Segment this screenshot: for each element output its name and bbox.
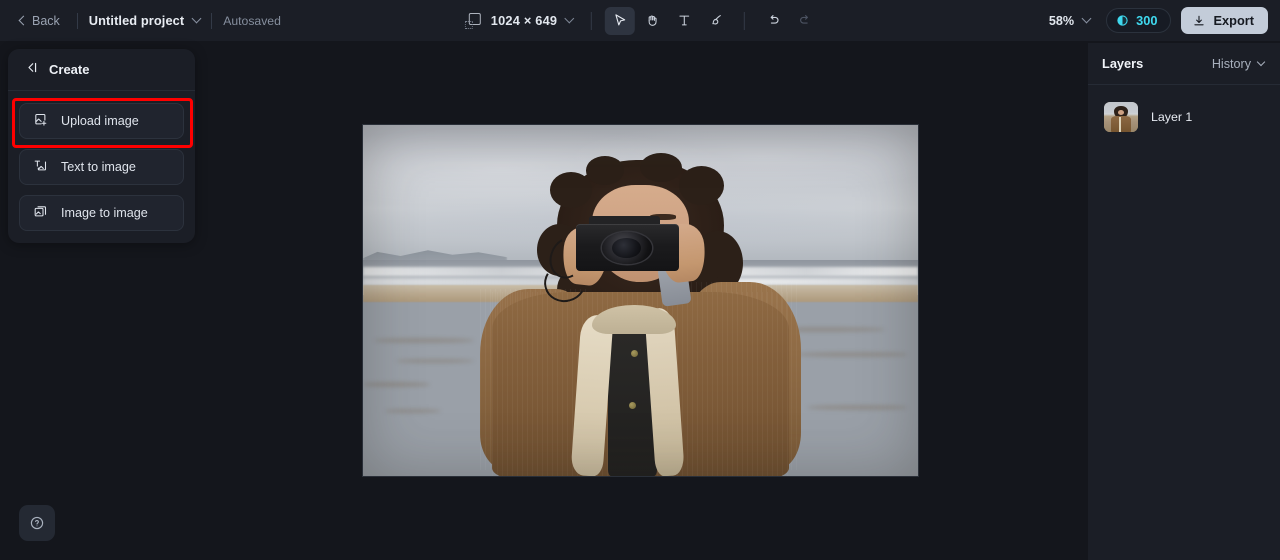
layers-panel: Layers History Layer 1 — [1088, 43, 1280, 560]
upload-image-button[interactable]: Upload image — [19, 103, 184, 139]
create-options-list: Upload image Text to image Image to imag… — [8, 91, 195, 231]
divider — [591, 11, 593, 30]
export-label: Export — [1213, 13, 1254, 28]
zoom-level-dropdown[interactable]: 58% — [1043, 10, 1096, 32]
top-header: Back Untitled project Autosaved 1024 × 6… — [0, 0, 1280, 42]
chevron-down-icon — [1256, 57, 1266, 66]
divider — [211, 12, 213, 29]
tool-hand[interactable] — [637, 7, 667, 35]
image-to-image-label: Image to image — [61, 206, 148, 220]
header-toolbar: 1024 × 649 — [459, 0, 821, 42]
image-to-image-icon — [33, 204, 48, 222]
jacket-button — [630, 350, 638, 358]
canvas-size-dropdown[interactable]: 1024 × 649 — [459, 9, 579, 33]
credits-count: 300 — [1136, 13, 1158, 28]
photo-woman-with-camera — [363, 125, 918, 476]
help-button[interactable] — [19, 505, 55, 541]
upload-image-label: Upload image — [61, 114, 139, 128]
create-panel: Create Upload image Text to image Image … — [8, 49, 195, 243]
project-title: Untitled project — [88, 13, 185, 28]
credit-coin-icon — [1117, 15, 1128, 26]
help-question-icon — [30, 516, 44, 530]
layer-item[interactable]: Layer 1 — [1098, 97, 1270, 137]
chevron-down-icon — [191, 13, 202, 24]
undo-button[interactable] — [758, 7, 788, 35]
jacket-button — [629, 401, 637, 409]
canvas-resize-icon — [464, 12, 481, 29]
create-panel-title: Create — [49, 62, 90, 77]
zoom-level-value: 58% — [1048, 13, 1075, 28]
image-to-image-button[interactable]: Image to image — [19, 195, 184, 231]
back-button[interactable]: Back — [14, 10, 66, 32]
layer-thumbnail — [1104, 102, 1138, 132]
chevron-down-icon — [564, 13, 575, 24]
divider — [744, 11, 746, 30]
divider — [76, 12, 78, 29]
text-to-image-label: Text to image — [61, 160, 136, 174]
back-label: Back — [32, 13, 60, 28]
credits-badge[interactable]: 300 — [1106, 8, 1172, 33]
layers-panel-header: Layers History — [1088, 43, 1280, 85]
person-figure — [479, 153, 802, 476]
tool-select[interactable] — [605, 6, 636, 35]
canvas-size-value: 1024 × 649 — [490, 13, 558, 28]
tool-text[interactable] — [669, 7, 699, 35]
tab-history-label: History — [1211, 56, 1251, 71]
redo-button[interactable] — [790, 7, 820, 35]
collapse-panel-icon[interactable] — [24, 60, 39, 80]
tool-brush[interactable] — [701, 7, 731, 35]
autosaved-status: Autosaved — [223, 13, 281, 28]
layer-name: Layer 1 — [1151, 110, 1193, 124]
header-right-group: 58% 300 Export — [1043, 0, 1268, 42]
chevron-down-icon — [1081, 13, 1092, 24]
download-icon — [1194, 15, 1205, 25]
upload-image-icon — [33, 112, 48, 130]
export-button[interactable]: Export — [1181, 7, 1268, 34]
tab-history[interactable]: History — [1211, 56, 1266, 71]
app-root: Back Untitled project Autosaved 1024 × 6… — [0, 0, 1280, 560]
header-left-group: Back Untitled project Autosaved — [0, 10, 281, 32]
canvas-image[interactable] — [363, 125, 918, 476]
tab-layers[interactable]: Layers — [1102, 56, 1143, 71]
text-to-image-button[interactable]: Text to image — [19, 149, 184, 185]
text-to-image-icon — [33, 158, 48, 176]
create-panel-header: Create — [8, 49, 195, 91]
project-title-dropdown[interactable]: Untitled project — [88, 13, 202, 28]
chevron-left-icon — [18, 15, 29, 26]
